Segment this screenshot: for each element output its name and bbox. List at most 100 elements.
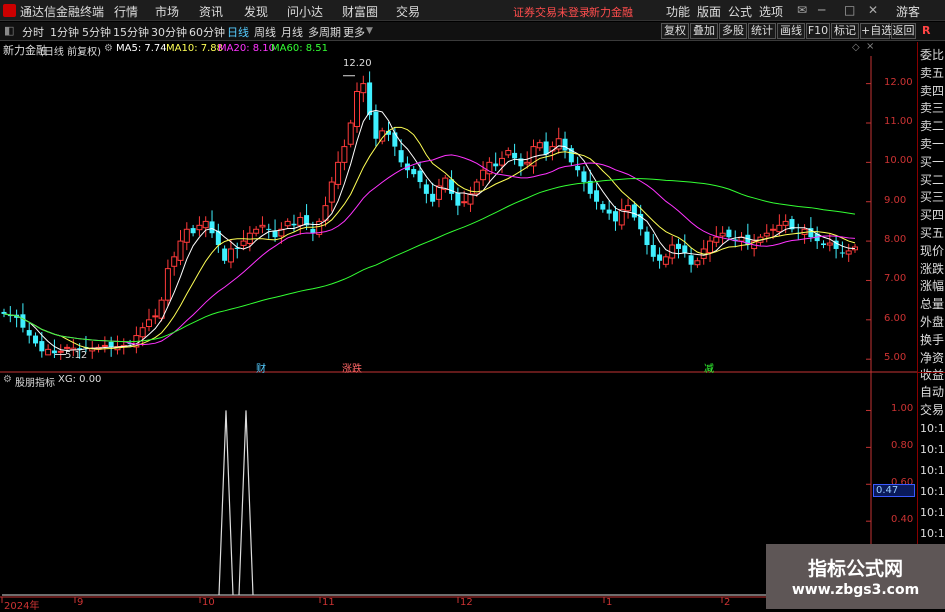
candle-body xyxy=(266,228,272,230)
more-chevron-icon[interactable]: ▼ xyxy=(366,26,373,36)
candle-body xyxy=(839,252,845,254)
tab-intraday[interactable]: 分时 xyxy=(22,24,44,40)
candle-body xyxy=(171,256,178,267)
tab-60min[interactable]: 60分钟 xyxy=(189,24,225,40)
overlay-button[interactable]: 叠加 xyxy=(690,23,718,39)
candle-body xyxy=(139,327,146,338)
tab-more[interactable]: 更多 xyxy=(343,24,365,40)
candle-body xyxy=(246,232,253,244)
sidebar-field-label: 收益 xyxy=(920,368,945,383)
tab-5min[interactable]: 5分钟 xyxy=(82,24,111,40)
tab-daily[interactable]: 日线 xyxy=(227,24,249,40)
sidebar-field-label: 总量 xyxy=(920,297,945,312)
candle-body xyxy=(398,150,404,163)
indicator-signal-spike xyxy=(218,410,234,596)
sidebar-field-label: 现价 xyxy=(920,243,945,258)
candle-body xyxy=(101,344,108,347)
candle-body xyxy=(411,169,417,175)
candle-body xyxy=(297,216,304,226)
close-icon[interactable]: ✕ xyxy=(868,3,878,17)
tab-monthly[interactable]: 月线 xyxy=(281,24,303,40)
tab-30min[interactable]: 30分钟 xyxy=(151,24,187,40)
tab-multi-period[interactable]: 多周期 xyxy=(308,24,341,40)
candle-body xyxy=(662,256,669,265)
menu-item-wealth[interactable]: 财富圈 xyxy=(342,3,378,20)
menu-item-function[interactable]: 功能 xyxy=(666,3,690,20)
candle-body xyxy=(152,315,159,318)
indicator-value: XG: 0.00 xyxy=(58,374,102,385)
price-chart[interactable] xyxy=(0,56,917,609)
price-tick-label: 7.00 xyxy=(884,273,907,285)
candle-body xyxy=(196,224,203,231)
candle-body xyxy=(423,184,429,194)
broker-name[interactable]: 新力金融 xyxy=(589,4,633,20)
sidebar-trade-label[interactable]: 交易 xyxy=(920,401,944,418)
candle-body xyxy=(512,152,518,159)
candle-body xyxy=(726,229,732,238)
tab-weekly[interactable]: 周线 xyxy=(254,24,276,40)
date-tick-label: 2 xyxy=(724,597,731,608)
menu-item-formula[interactable]: 公式 xyxy=(728,3,752,20)
watermark-title: 指标公式网 xyxy=(807,558,903,580)
sidebar-field-label: 买三 xyxy=(920,190,945,205)
draw-line-button[interactable]: 画线 xyxy=(777,23,805,39)
sidebar-field-label: 卖一 xyxy=(920,137,945,151)
candle-body xyxy=(202,220,209,229)
maximize-icon[interactable]: □ xyxy=(844,3,855,17)
mark-button[interactable]: 标记 xyxy=(831,23,859,39)
candle-body xyxy=(341,146,348,163)
candle-body xyxy=(845,250,852,255)
tab-1min[interactable]: 1分钟 xyxy=(50,24,79,40)
indicator-settings-icon[interactable]: ⚙ xyxy=(3,374,12,385)
event-tag-limit[interactable]: 涨跌 xyxy=(342,360,362,375)
adjust-button[interactable]: 复权 xyxy=(661,23,689,39)
menu-item-discover[interactable]: 发现 xyxy=(244,3,268,20)
candle-body xyxy=(392,132,398,147)
indicator-signal-spike xyxy=(238,410,254,596)
candle-body xyxy=(480,169,487,181)
price-tick-label: 10.00 xyxy=(884,155,913,167)
candle-body xyxy=(328,181,335,203)
candle-body xyxy=(108,341,114,348)
sidebar-field-label: 委比 xyxy=(920,48,945,62)
multi-stock-button[interactable]: 多股 xyxy=(719,23,747,39)
menu-item-assistant[interactable]: 问小达 xyxy=(287,3,323,20)
f10-button[interactable]: F10 xyxy=(806,23,830,39)
menu-item-layout[interactable]: 版面 xyxy=(697,3,721,20)
menu-item-market[interactable]: 市场 xyxy=(155,3,179,20)
guest-label[interactable]: 游客 xyxy=(896,3,920,20)
ma20-label: MA20: 8.10 xyxy=(218,43,276,54)
candle-body xyxy=(354,90,361,128)
candle-body xyxy=(417,170,423,183)
panel-toggle-icon[interactable]: ◧ xyxy=(4,24,14,37)
chart-close-icon[interactable]: × xyxy=(866,41,874,52)
sidebar-field-label: 外盘 xyxy=(920,315,945,329)
candle-body xyxy=(600,204,606,210)
settings-gear-icon[interactable]: ⚙ xyxy=(104,43,113,54)
menu-item-trade[interactable]: 交易 xyxy=(396,3,420,20)
menu-item-quotes[interactable]: 行情 xyxy=(114,3,138,20)
sidebar-trade-label[interactable]: 自动 xyxy=(920,383,944,400)
sidebar-field-label: 换手 xyxy=(920,332,945,347)
message-icon[interactable]: ✉ xyxy=(797,3,807,17)
add-watchlist-button[interactable]: +自选 xyxy=(860,23,892,39)
menu-item-options[interactable]: 选项 xyxy=(759,3,783,20)
event-tag-reduce[interactable]: 减 xyxy=(704,360,714,375)
price-tick-label: 8.00 xyxy=(884,234,907,246)
menu-item-news[interactable]: 资讯 xyxy=(199,3,223,20)
candle-body xyxy=(284,220,291,227)
candle-body xyxy=(776,224,783,233)
login-notice[interactable]: 证券交易未登录 xyxy=(513,4,590,20)
event-tag-finance[interactable]: 财 xyxy=(256,360,266,375)
candle-body xyxy=(606,209,612,214)
date-tick-label: 11 xyxy=(322,597,335,608)
quote-sidebar: 委比 卖五 卖四 卖三 卖二 卖一 买一 买二 买三 买四 买五 现价 涨跌 涨幅 总量 外盘 换手 净资 收益 自动… xyxy=(917,42,945,609)
sidebar-field-label: 涨跌 xyxy=(920,261,945,276)
statistics-button[interactable]: 统计 xyxy=(748,23,776,39)
diamond-icon[interactable]: ◇ xyxy=(852,42,860,53)
tab-15min[interactable]: 15分钟 xyxy=(113,24,149,40)
indicator-tick-label: 0.40 xyxy=(891,514,914,526)
candle-body xyxy=(373,111,379,139)
minimize-icon[interactable]: ─ xyxy=(818,3,825,17)
back-button[interactable]: 返回 xyxy=(891,23,916,39)
